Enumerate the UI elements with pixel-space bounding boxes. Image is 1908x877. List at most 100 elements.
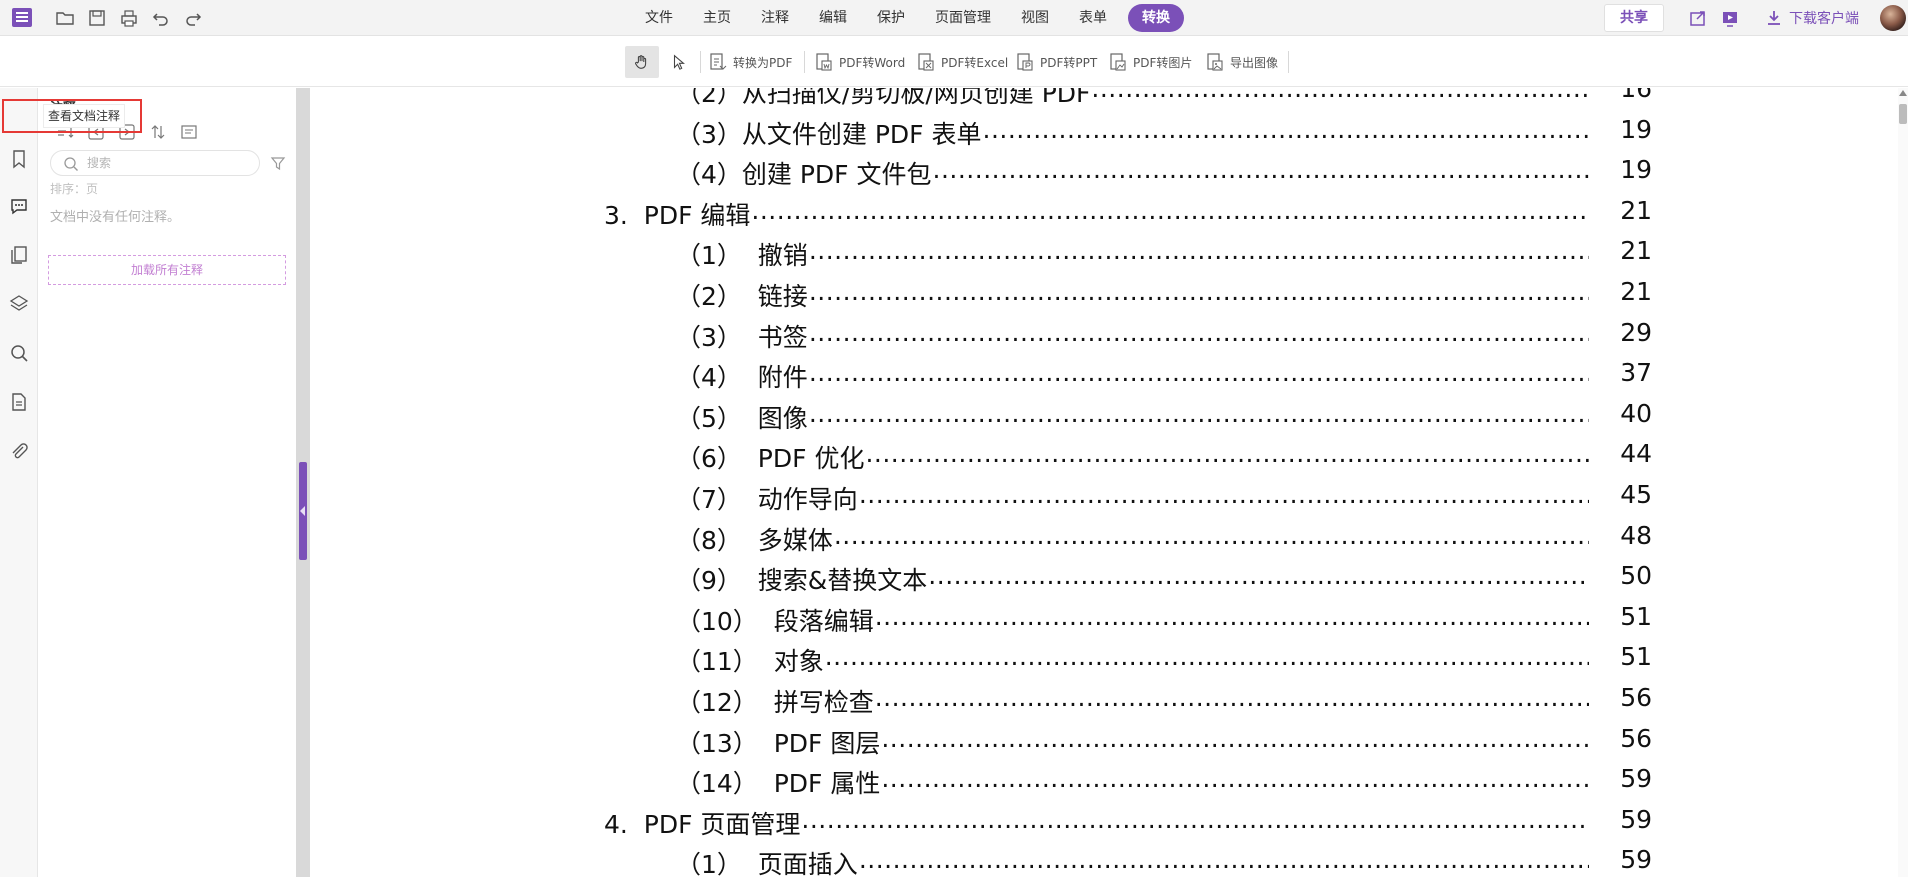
toc-entry[interactable]: 4. PDF 页面管理 59...........................… [310, 805, 1898, 843]
vertical-scrollbar[interactable] [1898, 88, 1908, 877]
bookmark-icon[interactable] [8, 148, 30, 170]
toc-entry[interactable]: （3）从文件创建 PDF 表单 19.......................… [310, 115, 1898, 153]
attachment-icon[interactable] [8, 440, 30, 462]
toc-entry-title: （7） 动作导向 [676, 485, 858, 514]
search-icon [64, 157, 78, 171]
download-client-button[interactable]: 下载客户端 [1765, 8, 1859, 28]
toc-entry[interactable]: （11） 对象 51...............................… [310, 642, 1898, 680]
hand-tool-button[interactable] [625, 46, 659, 78]
scrollbar-thumb[interactable] [1899, 104, 1907, 124]
pdf-to-word-button[interactable]: PDF转Word [815, 46, 905, 78]
toc-entry-page: 56 [1620, 723, 1652, 753]
empty-comments-message: 文档中没有任何注释。 [50, 210, 181, 225]
toc-entry[interactable]: （1） 页面插入 59..............................… [310, 845, 1898, 877]
toc-entry-title: （10） 段落编辑 [676, 606, 874, 636]
toc-entry-title: （1） 撤销 [676, 241, 808, 271]
toc-leader-dots: ........................................… [808, 317, 1589, 347]
open-folder-icon[interactable] [54, 7, 76, 29]
tab-convert[interactable]: 转换 [1128, 4, 1184, 32]
toc-entry[interactable]: （9） 搜索&替换文本 50...........................… [310, 561, 1898, 599]
toc-entry-title: 3. PDF 编辑 [604, 200, 751, 230]
comment-icon[interactable] [8, 195, 30, 217]
toc-entry[interactable]: （14） PDF 属性 59...........................… [310, 764, 1898, 802]
pages-icon[interactable] [8, 244, 30, 266]
pdf-to-excel-button[interactable]: PDF转Excel [917, 46, 1008, 78]
toc-entry-page: 51 [1620, 601, 1652, 631]
comment-list-icon[interactable] [180, 123, 198, 141]
layers-icon[interactable] [8, 293, 30, 315]
toc-entry-title: （9） 搜索&替换文本 [676, 566, 928, 596]
toc-entry[interactable]: （5） 图像 40................................… [310, 399, 1898, 437]
toc-entry-title: （11） 对象 [676, 647, 824, 677]
save-icon[interactable] [86, 7, 108, 29]
toc-entry[interactable]: （8） 多媒体 48...............................… [310, 521, 1898, 559]
main-menu-tabs: 文件 主页 注释 编辑 保护 页面管理 视图 表单 转换 [630, 4, 1184, 32]
pdf-to-word-icon [816, 53, 832, 71]
tab-form[interactable]: 表单 [1064, 4, 1122, 32]
toc-leader-dots: ........................................… [881, 764, 1589, 794]
scroll-up-arrow[interactable] [1899, 90, 1907, 96]
toc-entry[interactable]: （1） 撤销 21................................… [310, 236, 1898, 274]
toc-entry[interactable]: （6） PDF 优化 44............................… [310, 439, 1898, 477]
tab-file[interactable]: 文件 [630, 4, 688, 32]
load-all-comments-button[interactable]: 加载所有注释 [48, 255, 286, 285]
toc-entry[interactable]: （13） PDF 图层 56...........................… [310, 724, 1898, 762]
toc-leader-dots: ........................................… [808, 358, 1589, 388]
toc-entry-page: 59 [1620, 804, 1652, 834]
avatar[interactable] [1880, 5, 1906, 31]
app-menu-icon[interactable] [12, 8, 32, 27]
pdf-to-ppt-icon [1017, 53, 1033, 71]
pdf-to-ppt-button[interactable]: PDF转PPT [1016, 46, 1097, 78]
toc-entry[interactable]: （3） 书签 29................................… [310, 318, 1898, 356]
undo-icon[interactable] [150, 7, 172, 29]
filter-icon[interactable] [270, 155, 286, 171]
toc-entry-page: 21 [1620, 236, 1652, 266]
convert-toolbar: 转换为PDF PDF转Word PDF转Excel PDF转PPT PDF转图片… [0, 37, 1908, 87]
toc-entry-title: （3）从文件创建 PDF 表单 [676, 119, 982, 149]
tab-edit[interactable]: 编辑 [804, 4, 862, 32]
toc-entry[interactable]: （12） 拼写检查 56.............................… [310, 683, 1898, 721]
toc-entry-page: 59 [1620, 845, 1652, 875]
toc-leader-dots: ........................................… [751, 195, 1589, 225]
toc-entry-title: （6） PDF 优化 [676, 444, 865, 474]
toc-entry[interactable]: （10） 段落编辑 51.............................… [310, 602, 1898, 640]
export-image-button[interactable]: 导出图像 [1206, 46, 1278, 78]
toc-entry[interactable]: （4）创建 PDF 文件包 19.........................… [310, 155, 1898, 193]
download-client-label: 下载客户端 [1789, 11, 1859, 27]
toc-entry[interactable]: （4） 附件 37................................… [310, 358, 1898, 396]
document-viewer: （2）从扫描仪/剪切板/网页创建 PDF 16..................… [310, 88, 1898, 877]
import-export-icon[interactable] [149, 123, 167, 141]
present-icon[interactable] [1720, 8, 1740, 28]
cursor-icon [673, 54, 685, 70]
tab-view[interactable]: 视图 [1006, 4, 1064, 32]
share-button[interactable]: 共享 [1604, 4, 1664, 32]
print-icon[interactable] [118, 7, 140, 29]
convert-to-pdf-icon [710, 53, 727, 70]
export-share-icon[interactable] [1688, 8, 1708, 28]
tab-home[interactable]: 主页 [688, 4, 746, 32]
toc-entry[interactable]: （7） 动作导向 45..............................… [310, 480, 1898, 518]
toc-entry-page: 19 [1620, 114, 1652, 144]
comment-search-input[interactable] [87, 154, 247, 172]
toc-entry-title: （14） PDF 属性 [676, 769, 881, 799]
pdf-to-image-button[interactable]: PDF转图片 [1109, 46, 1192, 78]
select-tool-button[interactable] [668, 46, 690, 78]
tab-protect[interactable]: 保护 [862, 4, 920, 32]
collapse-panel-handle[interactable] [299, 462, 307, 560]
hand-icon [635, 55, 647, 69]
toc-entry[interactable]: （2） 链接 21................................… [310, 277, 1898, 315]
toc-leader-dots: ........................................… [858, 480, 1589, 509]
redo-icon[interactable] [182, 7, 204, 29]
toc-entry-page: 59 [1620, 764, 1652, 794]
tab-annotate[interactable]: 注释 [746, 4, 804, 32]
toc-entry[interactable]: 3. PDF 编辑 21.............................… [310, 196, 1898, 234]
search-icon[interactable] [8, 342, 30, 364]
comments-panel: 注释 排序：页 文档中没有任何注释。 加载所有注释 [38, 88, 296, 877]
toc-entry[interactable]: （2）从扫描仪/剪切板/网页创建 PDF 16..................… [310, 88, 1898, 112]
document-properties-icon[interactable] [8, 391, 30, 413]
toc-entry-title: （4）创建 PDF 文件包 [676, 160, 932, 190]
convert-to-pdf-button[interactable]: 转换为PDF [709, 46, 792, 78]
export-image-label: 导出图像 [1230, 55, 1279, 70]
tab-page-management[interactable]: 页面管理 [920, 4, 1006, 32]
toc-leader-dots: ........................................… [808, 398, 1589, 428]
